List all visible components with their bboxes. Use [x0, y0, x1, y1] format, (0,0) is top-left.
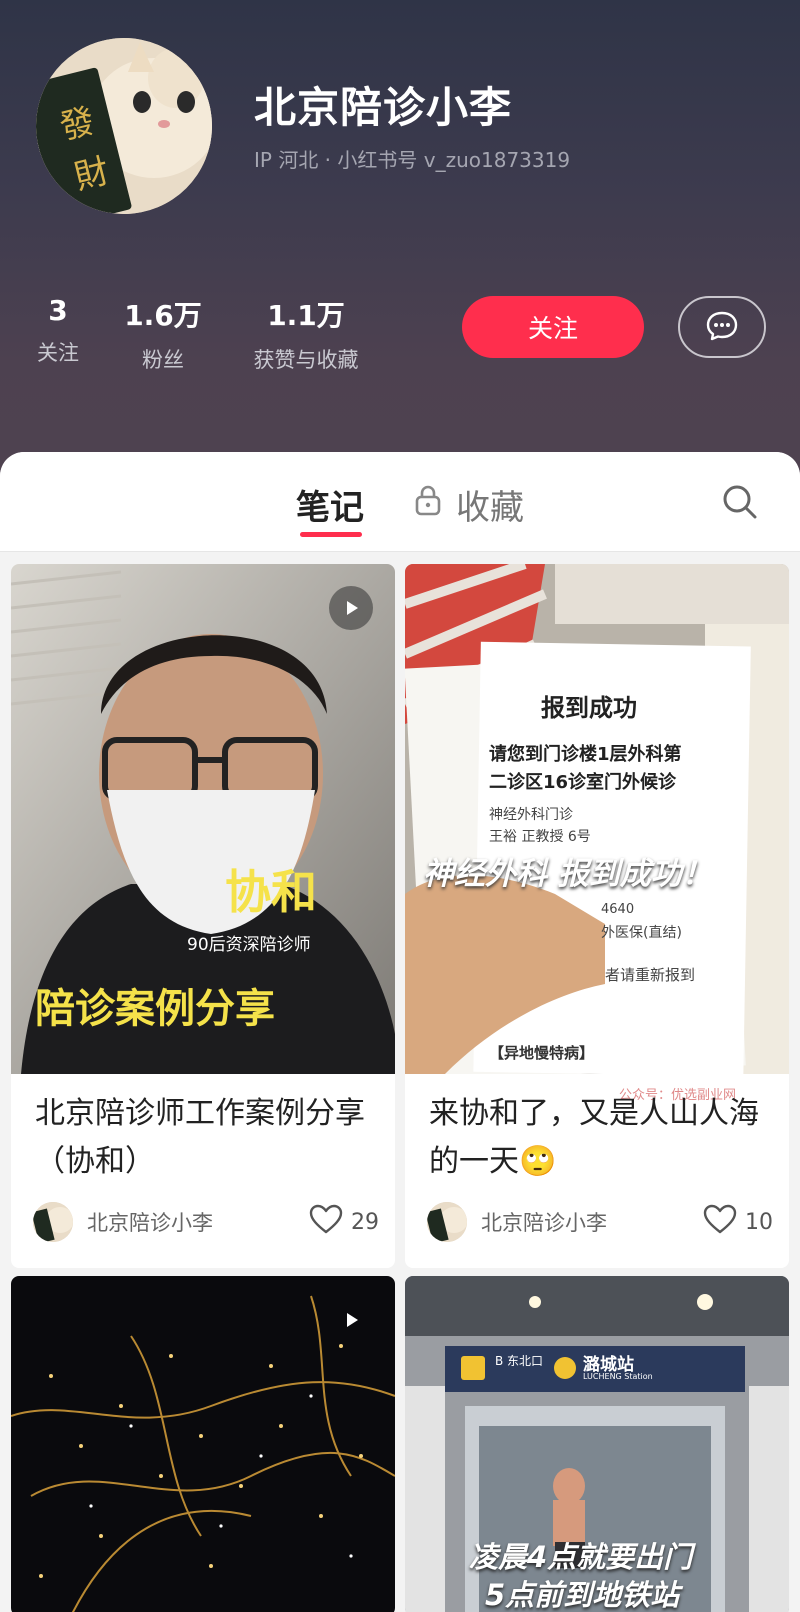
like-count: 29 [351, 1209, 379, 1235]
slip-title: 报到成功 [541, 694, 637, 722]
note-author[interactable]: 北京陪诊小李 [87, 1207, 309, 1237]
play-badge [329, 1298, 373, 1342]
note-cover-image[interactable] [11, 1276, 395, 1612]
slip-line-1: 请您到门诊楼1层外科第 [489, 744, 682, 765]
heart-icon [309, 1204, 343, 1240]
tab-active-indicator [300, 532, 362, 537]
note-card[interactable]: 报到成功 请您到门诊楼1层外科第 二诊区16诊室门外候诊 神经外科门诊 王裕 正… [405, 564, 789, 1268]
slip-line-2: 二诊区16诊室门外候诊 [489, 772, 677, 793]
lock-icon [414, 484, 442, 525]
slip-line-3: 神经外科门诊 [489, 807, 573, 823]
cover-subtitle: 90后资深陪诊师 [187, 935, 311, 955]
search-icon [720, 485, 760, 526]
note-cover-image[interactable]: 协和 90后资深陪诊师 陪诊案例分享 [11, 564, 395, 1074]
chat-bubble-icon [705, 309, 739, 346]
like-button[interactable]: 29 [309, 1204, 379, 1240]
stat-likes-count: 1.1万 [267, 299, 345, 332]
follow-button[interactable]: 关注 [462, 296, 644, 358]
cover-line-2: 5点前到地铁站 [485, 1578, 680, 1612]
tab-collect[interactable]: 收藏 [414, 480, 524, 529]
stat-fans-label: 粉丝 [142, 348, 184, 372]
cover-bottom-text: 陪诊案例分享 [35, 985, 275, 1032]
note-card[interactable]: 协和 90后资深陪诊师 陪诊案例分享 北京陪诊师工作案例分享（协和） 北京陪诊小… [11, 564, 395, 1268]
slip-line-7: 者请重新报到 [605, 966, 696, 984]
tab-notes[interactable]: 笔记 [296, 480, 364, 529]
stat-likes-label: 获赞与收藏 [253, 348, 359, 372]
profile-ip-line[interactable]: IP 河北 · 小红书号 v_zuo1873319 [254, 144, 570, 173]
cover-headline: 协和 [225, 865, 317, 919]
stat-likes[interactable]: 1.1万 获赞与收藏 [240, 294, 372, 374]
stat-fans[interactable]: 1.6万 粉丝 [120, 294, 206, 374]
like-button[interactable]: 10 [703, 1204, 773, 1240]
slip-line-5: 4640 [601, 902, 635, 917]
note-card[interactable] [11, 1276, 395, 1612]
cover-headline: 神经外科 报到成功！ [423, 856, 713, 892]
note-card[interactable]: B 东北口 潞城站 LUCHENG Station 凌晨4点就要出门 5点前到地… [405, 1276, 789, 1612]
note-title[interactable]: 北京陪诊师工作案例分享（协和） [35, 1090, 375, 1186]
author-avatar[interactable] [33, 1202, 73, 1242]
stat-following-label: 关注 [37, 341, 79, 365]
slip-line-6: 外医保(直结) [601, 925, 682, 941]
play-badge [329, 586, 373, 630]
heart-icon [703, 1204, 737, 1240]
stat-following-count: 3 [48, 294, 68, 327]
slip-line-4: 王裕 正教授 6号 [489, 829, 591, 845]
station-exit: B 东北口 [495, 1354, 544, 1368]
note-title[interactable]: 来协和了，又是人山人海的一天🙄 [429, 1090, 769, 1186]
tab-collect-label: 收藏 [456, 488, 524, 528]
stat-following[interactable]: 3 关注 [28, 294, 88, 367]
profile-header: 發 財 北京陪诊小李 IP 河北 · 小红书号 v_zuo1873319 3 关… [0, 0, 800, 480]
station-name-en: LUCHENG Station [583, 1372, 653, 1381]
stat-fans-count: 1.6万 [124, 299, 202, 332]
note-cover-image[interactable]: 报到成功 请您到门诊楼1层外科第 二诊区16诊室门外候诊 神经外科门诊 王裕 正… [405, 564, 789, 1074]
tab-bar: 笔记 收藏 [0, 452, 800, 552]
note-cover-image[interactable]: B 东北口 潞城站 LUCHENG Station 凌晨4点就要出门 5点前到地… [405, 1276, 789, 1612]
profile-nickname: 北京陪诊小李 [254, 83, 513, 132]
note-meta: 北京陪诊小李 29 [33, 1200, 379, 1244]
like-count: 10 [745, 1209, 773, 1235]
note-author[interactable]: 北京陪诊小李 [481, 1207, 703, 1237]
author-avatar[interactable] [427, 1202, 467, 1242]
avatar[interactable]: 發 財 [36, 38, 212, 214]
profile-page: 發 財 北京陪诊小李 IP 河北 · 小红书号 v_zuo1873319 3 关… [0, 0, 800, 1612]
slip-line-8: 【异地慢特病】 [489, 1044, 595, 1062]
note-meta: 北京陪诊小李 10 [427, 1200, 773, 1244]
search-button[interactable] [720, 482, 764, 526]
cover-line-1: 凌晨4点就要出门 [469, 1540, 693, 1574]
chat-button[interactable] [678, 296, 766, 358]
